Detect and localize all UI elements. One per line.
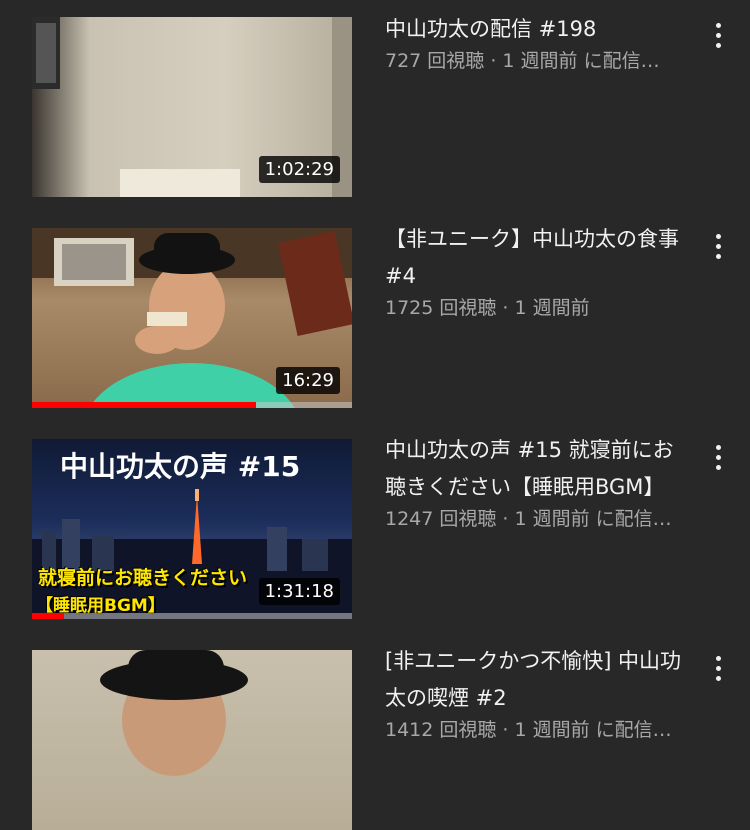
more-options-icon[interactable] (706, 15, 730, 55)
watch-progress (32, 402, 352, 408)
thumbnail-caption-1: 就寝前にお聴きください (38, 567, 248, 589)
more-options-icon[interactable] (706, 437, 730, 477)
thumbnail-heading: 中山功太の声 #15 (60, 450, 301, 483)
video-duration: 1:02:29 (258, 156, 340, 183)
video-thumbnail[interactable]: 16:29 (32, 228, 352, 408)
more-options-icon[interactable] (706, 226, 730, 266)
video-title[interactable]: [非ユニークかつ不愉快] 中山功太の喫煙 #2 (385, 643, 690, 717)
video-duration: 1:31:18 (258, 578, 340, 605)
thumbnail-image (100, 650, 248, 776)
video-title[interactable]: 中山功太の配信 #198 (385, 11, 690, 48)
video-title[interactable]: 【非ユニーク】中山功太の食事 #4 (385, 221, 690, 295)
video-meta: 727 回視聴 · 1 週間前 に配信… (385, 50, 660, 72)
video-meta: 1725 回視聴 · 1 週間前 (385, 297, 590, 319)
video-meta: 1412 回視聴 · 1 週間前 に配信… (385, 719, 672, 741)
video-duration: 16:29 (276, 367, 340, 394)
watch-progress-fill (32, 402, 256, 408)
video-thumbnail[interactable]: 中山功太の声 #15 就寝前にお聴きください 【睡眠用BGM】 1:31:18 (32, 439, 352, 619)
video-thumbnail[interactable] (32, 650, 352, 830)
video-meta: 1247 回視聴 · 1 週間前 に配信… (385, 508, 672, 530)
video-thumbnail[interactable]: 1:02:29 (32, 17, 352, 197)
watch-progress-fill (32, 613, 64, 619)
more-options-icon[interactable] (706, 648, 730, 688)
watch-progress (32, 613, 352, 619)
video-title[interactable]: 中山功太の声 #15 就寝前にお聴きください【睡眠用BGM】 (385, 432, 690, 506)
